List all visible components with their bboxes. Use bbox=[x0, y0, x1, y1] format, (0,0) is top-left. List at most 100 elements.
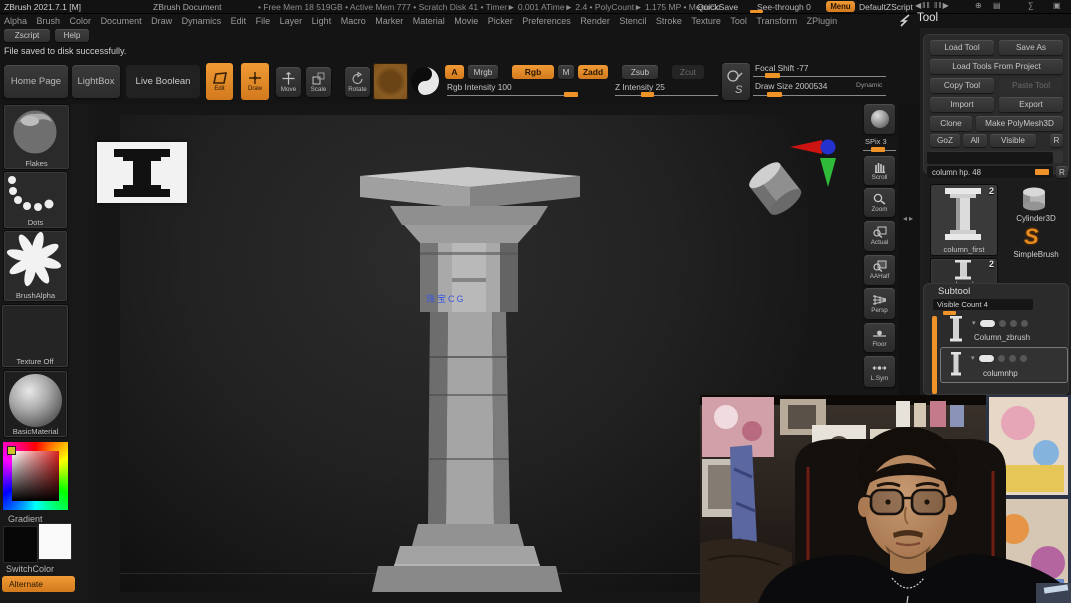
zadd-button[interactable]: Zadd bbox=[578, 65, 608, 79]
make-polymesh3d-button[interactable]: Make PolyMesh3D bbox=[976, 116, 1063, 131]
m-button[interactable]: M bbox=[558, 65, 574, 79]
spix-handle[interactable] bbox=[871, 147, 885, 152]
subtool-item-1[interactable]: ▾ Column_zbrush bbox=[940, 314, 1066, 346]
simplebrush-label[interactable]: SimpleBrush bbox=[1006, 250, 1066, 259]
subtool1-uv-icon[interactable] bbox=[1010, 320, 1017, 327]
menu-preferences[interactable]: Preferences bbox=[522, 16, 571, 26]
edit-button[interactable]: Edit bbox=[206, 63, 233, 100]
grid-icon[interactable]: ▣ bbox=[1053, 1, 1061, 10]
current-material-sphere[interactable] bbox=[410, 66, 440, 96]
scroll-button[interactable]: Scroll bbox=[864, 156, 895, 185]
draw-size-handle[interactable] bbox=[767, 92, 782, 97]
see-through-slider[interactable]: See-through 0 bbox=[757, 2, 811, 12]
local-symmetry-button[interactable]: L.Sym bbox=[864, 356, 895, 387]
menu-layer[interactable]: Layer bbox=[280, 16, 303, 26]
subtool2-material-icon[interactable] bbox=[1020, 355, 1027, 362]
see-through-handle[interactable] bbox=[750, 10, 763, 13]
all-button[interactable]: All bbox=[963, 134, 987, 147]
tool-resolution-slider[interactable] bbox=[927, 152, 1053, 164]
lightbox-button[interactable]: LightBox bbox=[72, 65, 120, 98]
cylinder3d-icon[interactable] bbox=[1016, 185, 1050, 213]
menu-movie[interactable]: Movie bbox=[454, 16, 478, 26]
main-color-swatch[interactable] bbox=[3, 526, 38, 563]
menu-alpha[interactable]: Alpha bbox=[4, 16, 27, 26]
z-intensity-label[interactable]: Z Intensity 25 bbox=[615, 82, 665, 92]
menu-document[interactable]: Document bbox=[101, 16, 142, 26]
stroke-thumbnail[interactable]: Dots bbox=[3, 171, 68, 229]
subtool-title[interactable]: Subtool bbox=[938, 286, 970, 297]
a-button[interactable]: A bbox=[445, 65, 464, 79]
save-as-button[interactable]: Save As bbox=[999, 40, 1063, 55]
import-button[interactable]: Import bbox=[930, 97, 994, 112]
subtool2-visibility-toggle[interactable] bbox=[979, 355, 994, 362]
copy-tool-button[interactable]: Copy Tool bbox=[930, 78, 994, 93]
persp-button[interactable]: Persp bbox=[864, 288, 895, 319]
subtool1-polypaint-icon[interactable] bbox=[999, 320, 1006, 327]
menu-brush[interactable]: Brush bbox=[37, 16, 61, 26]
quicksave-button[interactable]: QuickSave bbox=[697, 2, 738, 12]
rgb-intensity-track[interactable] bbox=[447, 95, 578, 96]
goz-button[interactable]: GoZ bbox=[930, 134, 960, 147]
switch-color-label[interactable]: SwitchColor bbox=[6, 564, 54, 574]
menu-zplugin[interactable]: ZPlugin bbox=[807, 16, 838, 26]
secondary-color-swatch[interactable] bbox=[38, 523, 72, 560]
menu-zscript[interactable]: Zscript bbox=[4, 29, 50, 42]
column-hp-slider-handle[interactable] bbox=[1035, 169, 1049, 175]
actual-size-button[interactable]: Actual bbox=[864, 221, 895, 251]
collapse-left-icon[interactable]: ◂ bbox=[903, 214, 907, 223]
rgb-intensity-handle[interactable] bbox=[564, 92, 578, 97]
bpr-render-button[interactable] bbox=[864, 104, 895, 134]
menu-stroke[interactable]: Stroke bbox=[656, 16, 682, 26]
menu-stencil[interactable]: Stencil bbox=[619, 16, 646, 26]
rgb-button[interactable]: Rgb bbox=[512, 65, 554, 79]
subtool2-polypaint-icon[interactable] bbox=[998, 355, 1005, 362]
spix-label[interactable]: SPix 3 bbox=[865, 137, 887, 146]
menu-material[interactable]: Material bbox=[413, 16, 445, 26]
focal-shift-handle[interactable] bbox=[765, 73, 780, 78]
alternate-button[interactable]: Alternate bbox=[2, 576, 75, 592]
floor-button[interactable]: Floor bbox=[864, 323, 895, 352]
draw-size-label[interactable]: Draw Size 2000534 bbox=[755, 81, 827, 91]
aahalf-button[interactable]: AAHalf bbox=[864, 255, 895, 285]
load-tools-from-project-button[interactable]: Load Tools From Project bbox=[930, 59, 1063, 74]
menu-file[interactable]: File bbox=[256, 16, 271, 26]
menu-texture[interactable]: Texture bbox=[691, 16, 721, 26]
dynamic-toggle[interactable]: Dynamic bbox=[856, 82, 882, 89]
timeline-icons[interactable]: ◀‖‖ ‖‖▶ bbox=[915, 1, 950, 10]
subtool1-material-icon[interactable] bbox=[1021, 320, 1028, 327]
live-boolean-button[interactable]: Live Boolean bbox=[126, 65, 200, 98]
move-button[interactable]: Move bbox=[276, 67, 301, 97]
rotate-button[interactable]: Rotate bbox=[345, 67, 370, 97]
menu-dynamics[interactable]: Dynamics bbox=[182, 16, 222, 26]
projection-icon[interactable]: ⊕ bbox=[975, 1, 982, 10]
z-intensity-handle[interactable] bbox=[641, 92, 654, 97]
mrgb-button[interactable]: Mrgb bbox=[468, 65, 498, 79]
sigma-icon[interactable]: ∑ bbox=[1028, 1, 1034, 10]
home-page-button[interactable]: Home Page bbox=[4, 65, 68, 98]
visible-count-slider[interactable]: Visible Count 4 bbox=[933, 299, 1033, 310]
current-alpha-swatch[interactable] bbox=[373, 63, 408, 100]
menu-picker[interactable]: Picker bbox=[488, 16, 513, 26]
menu-render[interactable]: Render bbox=[580, 16, 610, 26]
focal-shift-label[interactable]: Focal Shift -77 bbox=[755, 63, 809, 73]
menu-help[interactable]: Help bbox=[55, 29, 89, 42]
load-tool-button[interactable]: Load Tool bbox=[930, 40, 994, 55]
r-button[interactable]: R bbox=[1050, 134, 1063, 147]
subtool-scrollbar[interactable] bbox=[932, 316, 937, 394]
simplebrush-glyph[interactable]: S bbox=[1024, 224, 1039, 250]
scale-button[interactable]: Scale bbox=[306, 67, 331, 97]
visible-button[interactable]: Visible bbox=[990, 134, 1036, 147]
menu-toggle-button[interactable]: Menu bbox=[826, 1, 855, 12]
zsub-button[interactable]: Zsub bbox=[622, 65, 658, 79]
draw-button[interactable]: Draw bbox=[241, 63, 269, 100]
default-zscript-button[interactable]: DefaultZScript bbox=[859, 2, 913, 12]
menu-marker[interactable]: Marker bbox=[375, 16, 403, 26]
subtool2-uv-icon[interactable] bbox=[1009, 355, 1016, 362]
alpha-thumbnail[interactable]: BrushAlpha bbox=[3, 230, 68, 302]
menu-transform[interactable]: Transform bbox=[756, 16, 797, 26]
collapse-right-icon[interactable]: ▸ bbox=[909, 214, 913, 223]
subtool1-visibility-toggle[interactable] bbox=[980, 320, 995, 327]
export-button[interactable]: Export bbox=[999, 97, 1063, 112]
z-intensity-track[interactable] bbox=[615, 95, 718, 96]
color-picker[interactable] bbox=[3, 442, 68, 510]
